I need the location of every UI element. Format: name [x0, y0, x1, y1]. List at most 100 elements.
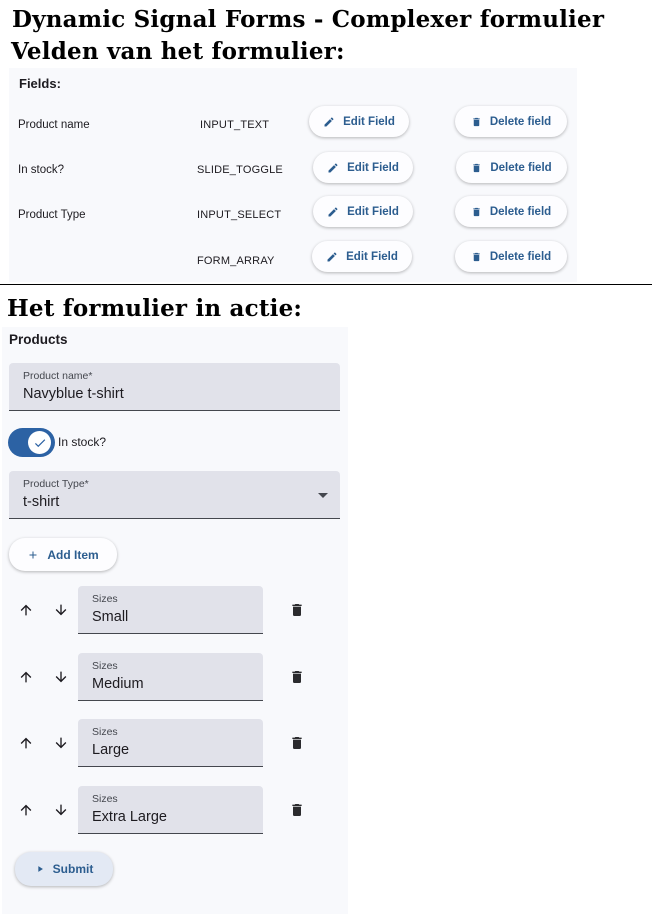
section-divider [0, 284, 652, 285]
arrow-up-icon [20, 804, 32, 816]
plus-icon [29, 551, 37, 558]
add-item-button[interactable]: Add Item [9, 538, 117, 571]
pencil-icon [327, 251, 337, 261]
edit-field-button[interactable]: Edit Field [313, 152, 413, 183]
form-title: Products [9, 332, 68, 347]
field-type: INPUT_TEXT [200, 119, 270, 131]
size-label: Sizes [92, 793, 118, 805]
product-type-value: t-shirt [23, 494, 60, 510]
size-label: Sizes [92, 660, 118, 672]
field-row: In stock? SLIDE_TOGGLE Edit Field Delete… [9, 152, 577, 192]
move-up-button[interactable] [16, 800, 36, 820]
delete-field-button[interactable]: Delete field [455, 241, 567, 272]
move-up-button[interactable] [16, 600, 36, 620]
size-value: Small [92, 609, 129, 625]
edit-field-label: Edit Field [343, 115, 395, 128]
delete-field-button[interactable]: Delete field [456, 152, 567, 183]
arrow-up-icon [20, 737, 32, 749]
fields-heading: Velden van het formulier: [11, 38, 345, 65]
pencil-icon [324, 116, 334, 126]
size-field[interactable]: Sizes Small [78, 586, 263, 634]
trash-icon [473, 117, 480, 126]
move-down-button[interactable] [51, 600, 71, 620]
field-type: INPUT_SELECT [197, 209, 282, 221]
field-name: In stock? [18, 164, 65, 176]
edit-field-label: Edit Field [346, 250, 398, 263]
delete-field-label: Delete field [489, 205, 552, 218]
toggle-knob [28, 431, 51, 454]
size-row: Sizes Large [2, 719, 348, 769]
edit-field-label: Edit Field [347, 205, 399, 218]
move-down-button[interactable] [51, 733, 71, 753]
delete-field-button[interactable]: Delete field [455, 106, 567, 137]
product-name-value: Navyblue t-shirt [23, 386, 124, 402]
field-row: Product Type INPUT_SELECT Edit Field Del… [9, 196, 577, 236]
dropdown-arrow-icon [318, 493, 328, 498]
size-label: Sizes [92, 593, 118, 605]
submit-button[interactable]: Submit [15, 852, 113, 886]
edit-field-button[interactable]: Edit Field [313, 196, 413, 227]
product-type-label: Product Type* [23, 478, 89, 490]
product-name-label: Product name* [23, 370, 93, 382]
delete-field-label: Delete field [490, 161, 552, 174]
size-value: Extra Large [92, 809, 167, 825]
play-icon [37, 866, 43, 872]
trash-icon [473, 207, 480, 216]
size-field[interactable]: Sizes Extra Large [78, 786, 263, 834]
trash-icon [473, 163, 481, 172]
form-panel: Products Product name* Navyblue t-shirt … [2, 327, 348, 914]
size-field[interactable]: Sizes Medium [78, 653, 263, 701]
in-stock-label: In stock? [58, 435, 107, 449]
edit-field-button[interactable]: Edit Field [312, 241, 412, 272]
product-name-field[interactable]: Product name* Navyblue t-shirt [9, 363, 340, 411]
delete-size-button[interactable] [287, 667, 307, 687]
size-row: Sizes Small [2, 586, 348, 636]
move-down-button[interactable] [51, 667, 71, 687]
field-name: Product name [18, 119, 90, 131]
field-type: SLIDE_TOGGLE [197, 164, 283, 176]
size-row: Sizes Extra Large [2, 786, 348, 836]
field-name: Product Type [18, 209, 86, 221]
size-label: Sizes [92, 726, 118, 738]
arrow-up-icon [20, 604, 32, 616]
trash-icon [292, 604, 302, 616]
arrow-down-icon [55, 737, 67, 749]
field-row: Product name INPUT_TEXT Edit Field Delet… [9, 106, 577, 146]
arrow-down-icon [55, 671, 67, 683]
move-up-button[interactable] [16, 733, 36, 753]
delete-field-label: Delete field [489, 115, 552, 128]
delete-size-button[interactable] [287, 600, 307, 620]
edit-field-label: Edit Field [347, 161, 399, 174]
product-type-select[interactable]: Product Type* t-shirt [9, 471, 340, 519]
form-heading: Het formulier in actie: [7, 295, 303, 322]
delete-field-button[interactable]: Delete field [455, 196, 567, 227]
check-icon [34, 438, 45, 447]
delete-size-button[interactable] [287, 800, 307, 820]
fields-panel: Fields: Product name INPUT_TEXT Edit Fie… [9, 68, 577, 282]
delete-field-label: Delete field [489, 250, 552, 263]
move-down-button[interactable] [51, 800, 71, 820]
size-value: Large [92, 742, 130, 758]
add-item-label: Add Item [47, 547, 99, 562]
page-title: Dynamic Signal Forms - Complexer formuli… [12, 6, 605, 33]
fields-panel-title: Fields: [19, 76, 61, 91]
arrow-down-icon [55, 804, 67, 816]
field-type: FORM_ARRAY [197, 255, 275, 267]
size-row: Sizes Medium [2, 653, 348, 703]
size-field[interactable]: Sizes Large [78, 719, 263, 767]
in-stock-toggle[interactable] [8, 428, 55, 457]
edit-field-button[interactable]: Edit Field [309, 106, 409, 137]
arrow-down-icon [55, 604, 67, 616]
pencil-icon [328, 162, 338, 172]
arrow-up-icon [20, 671, 32, 683]
trash-icon [292, 671, 302, 683]
trash-icon [473, 252, 480, 261]
submit-label: Submit [52, 862, 94, 876]
field-row: FORM_ARRAY Edit Field Delete field [9, 241, 577, 281]
trash-icon [292, 804, 302, 816]
pencil-icon [328, 206, 338, 216]
delete-size-button[interactable] [287, 733, 307, 753]
move-up-button[interactable] [16, 667, 36, 687]
trash-icon [292, 737, 302, 749]
size-value: Medium [92, 676, 144, 692]
